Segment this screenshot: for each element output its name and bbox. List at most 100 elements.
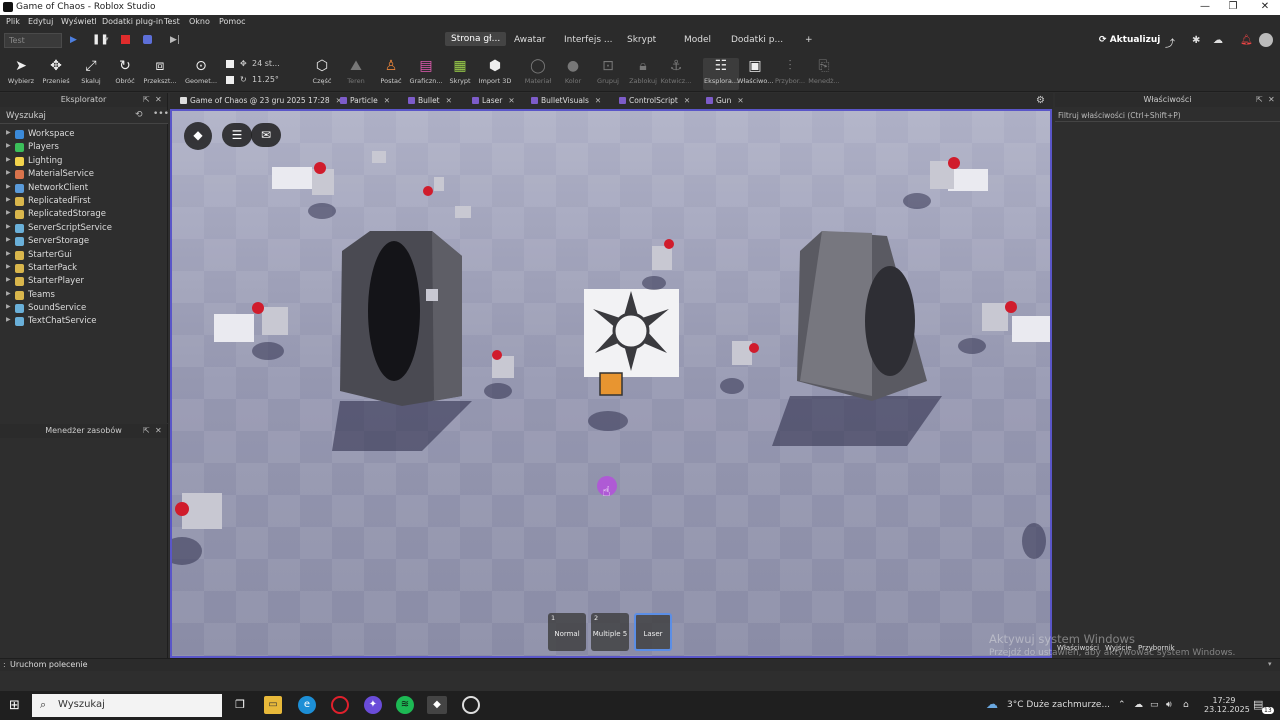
roblox-player-taskbar-icon[interactable] [462,696,480,714]
sync-icon[interactable]: ☁ [1134,700,1143,710]
rotate-tool-button[interactable]: ↻ Obróć [107,58,143,85]
explorer-item-players[interactable]: ▶ Players [0,141,168,154]
update-button[interactable]: ⟳ Aktualizuj [1099,35,1160,45]
expand-arrow-icon[interactable]: ▶ [6,169,11,176]
tab-laser[interactable]: Laser ✕ [472,96,515,105]
expand-arrow-icon[interactable]: ▶ [6,250,11,257]
import-3d-button[interactable]: ⬢ Import 3D [477,58,513,85]
history-icon[interactable]: ⟲ [135,110,143,120]
expand-arrow-icon[interactable]: ▶ [6,196,11,203]
lock-button[interactable]: 🔒︎ Zablokuj [625,58,661,85]
network-icon[interactable]: ⌂ [1183,700,1189,710]
weather-text[interactable]: 3°C Duże zachmurze... [1007,700,1110,710]
move-step-value[interactable]: 24 st... [252,59,280,68]
explorer-item-workspace[interactable]: ▶ Workspace [0,128,168,141]
explorer-item-replicatedstorage[interactable]: ▶ ReplicatedStorage [0,208,168,221]
game-viewport[interactable]: ☝ ◆ ☰ ✉ 1 Normal 2 Multiple 5 Laser [170,109,1052,658]
roblox-menu-button[interactable]: ◆ [184,122,212,150]
roblox-studio-taskbar-icon[interactable]: ◆ [427,696,447,714]
explorer-item-startergui[interactable]: ▶ StarterGui [0,249,168,262]
avatar[interactable] [1259,33,1273,47]
close-icon[interactable]: ✕ [155,424,162,438]
bottom-tab-output[interactable]: Wyjście [1105,644,1132,652]
hotbar-slot-1[interactable]: 1 Normal [548,613,586,651]
pin-icon[interactable]: ⇱ [1256,93,1263,107]
cloud-icon[interactable]: ☁ [1213,35,1223,46]
terrain-button[interactable]: ⛰ Teren [338,58,374,85]
hamburger-menu-button[interactable]: ☰ [222,123,252,147]
properties-filter-input[interactable]: Filtruj właściwości (Ctrl+Shift+P) [1055,109,1280,122]
explorer-item-networkclient[interactable]: ▶ NetworkClient [0,182,168,195]
close-icon[interactable]: ✕ [384,96,390,105]
collaborate-icon[interactable]: ✱ [1192,35,1200,46]
explorer-item-replicatedfirst[interactable]: ▶ ReplicatedFirst [0,195,168,208]
tab-place[interactable]: Game of Chaos @ 23 gru 2025 17:28 ✕ [180,96,342,105]
properties-button[interactable]: ▣ Właściwo... [737,58,773,85]
menu-view[interactable]: Wyświetl [61,17,97,26]
windows-start-icon[interactable]: ⊞ [9,698,20,713]
settings-gear-icon[interactable]: ⚙ [1036,95,1045,106]
close-icon[interactable]: ✕ [155,93,162,107]
tab-bulletvisuals[interactable]: BulletVisuals ✕ [531,96,601,105]
group-button[interactable]: ⊡ Grupuj [590,58,626,85]
minimize-button[interactable]: — [1190,0,1220,15]
step-forward-icon[interactable]: ▶| [170,35,180,45]
toolbox-button[interactable]: ⫶ Przybor... [772,58,808,85]
volume-icon[interactable]: 🔊︎ [1166,700,1172,710]
gui-button[interactable]: ▤ Graficzn... [408,58,444,85]
asset-manager-button[interactable]: ⎘ Menedż... [806,58,842,85]
share-icon[interactable]: ⤴ [1165,35,1175,50]
menu-window[interactable]: Okno [189,17,210,26]
tab-particle[interactable]: Particle ✕ [340,96,390,105]
file-explorer-icon[interactable]: ▭ [264,696,282,714]
rotate-step-value[interactable]: 11.25° [252,75,279,84]
stop-icon[interactable] [121,35,130,44]
explorer-item-lighting[interactable]: ▶ Lighting [0,155,168,168]
explorer-item-materialservice[interactable]: ▶ MaterialService [0,168,168,181]
command-input[interactable]: Uruchom polecenie [10,660,88,669]
tab-plugins[interactable]: Dodatki p... [731,35,783,45]
notification-bell-icon[interactable]: 🔔︎ [1240,35,1253,46]
tab-avatar[interactable]: Awatar [514,35,545,45]
menu-file[interactable]: Plik [6,17,20,26]
rotate-step-checkbox[interactable] [226,76,234,84]
expand-arrow-icon[interactable]: ▶ [6,156,11,163]
expand-arrow-icon[interactable]: ▶ [6,129,11,136]
battery-icon[interactable]: ▭ [1150,700,1159,710]
bottom-tab-properties[interactable]: Właściwości [1057,644,1099,652]
chevron-down-icon[interactable]: ▾ [1268,660,1272,668]
tab-model[interactable]: Model [684,35,711,45]
menu-plugins[interactable]: Dodatki plug-in [102,17,163,26]
tab-gun[interactable]: Gun ✕ [706,96,744,105]
explorer-item-starterpack[interactable]: ▶ StarterPack [0,262,168,275]
chat-app-icon[interactable]: ✦ [364,696,382,714]
tab-script[interactable]: Skrypt [627,35,656,45]
explorer-item-serverscriptservice[interactable]: ▶ ServerScriptService [0,222,168,235]
taskbar-search-input[interactable]: ⌕ Wyszukaj [32,694,222,717]
edge-browser-icon[interactable]: e [298,696,316,714]
more-icon[interactable]: ••• [153,109,169,119]
scale-tool-button[interactable]: ⤢ Skaluj [73,58,109,85]
menu-help[interactable]: Pomoc [219,17,246,26]
anchor-button[interactable]: ⚓︎ Kotwicz... [658,58,694,85]
expand-arrow-icon[interactable]: ▶ [6,236,11,243]
transform-tool-button[interactable]: ⧈ Przekszt... [142,58,178,85]
play-icon[interactable]: ▶ [70,35,77,45]
color-button[interactable]: ● Kolor [555,58,591,85]
explorer-item-textchatservice[interactable]: ▶ TextChatService [0,315,168,328]
chevron-down-icon[interactable]: ▾ [105,35,109,43]
opera-icon[interactable] [331,696,349,714]
maximize-button[interactable]: ❐ [1218,0,1248,15]
clock[interactable]: 17:29 23.12.2025 [1204,696,1250,714]
explorer-item-teams[interactable]: ▶ Teams [0,289,168,302]
pin-icon[interactable]: ⇱ [143,424,150,438]
close-icon[interactable]: ✕ [446,96,452,105]
tab-home[interactable]: Strona gł... [445,32,507,46]
tab-bullet[interactable]: Bullet ✕ [408,96,452,105]
play-client-icon[interactable] [143,35,152,44]
expand-arrow-icon[interactable]: ▶ [6,276,11,283]
tab-ui[interactable]: Interfejs ... [564,35,612,45]
pin-icon[interactable]: ⇱ [143,93,150,107]
expand-arrow-icon[interactable]: ▶ [6,223,11,230]
explorer-item-serverstorage[interactable]: ▶ ServerStorage [0,235,168,248]
